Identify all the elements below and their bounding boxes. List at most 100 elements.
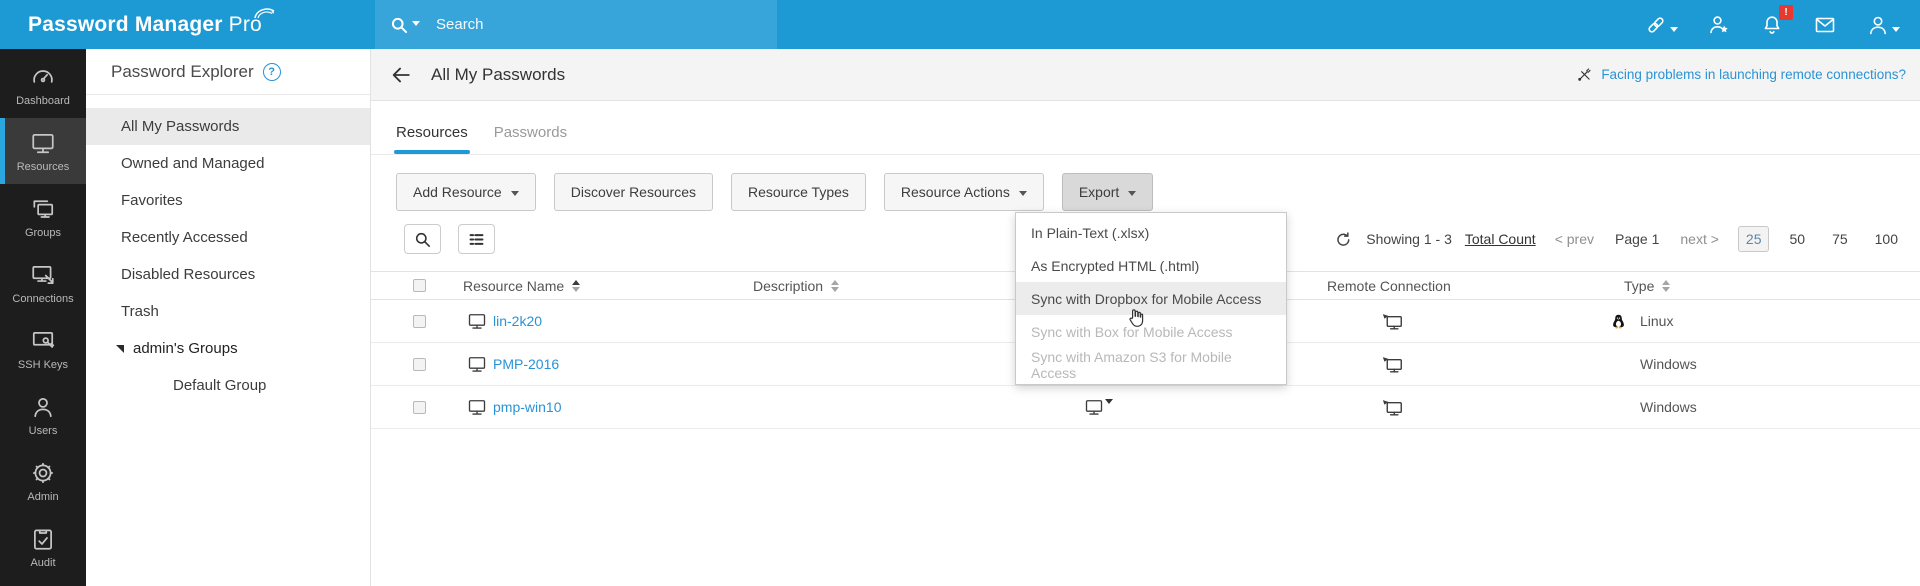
remote-connection-icon[interactable] [1381, 354, 1404, 375]
type-label: Windows [1640, 356, 1697, 372]
next-page-button[interactable]: next > [1680, 231, 1719, 247]
linux-icon [1610, 313, 1627, 330]
column-header-resource-name[interactable]: Resource Name [441, 278, 741, 294]
explorer-item-all-my-passwords[interactable]: All My Passwords [86, 108, 370, 145]
user-star-icon[interactable] [1707, 13, 1731, 37]
sidebar-item-ssh-keys[interactable]: SSH Keys [0, 316, 86, 382]
mail-icon[interactable] [1813, 13, 1837, 37]
resources-icon [30, 130, 56, 156]
main-content: All My Passwords Facing problems in laun… [371, 49, 1920, 586]
remote-connection-icon[interactable] [1381, 397, 1404, 418]
row-checkbox[interactable] [413, 315, 426, 328]
sidebar-item-connections[interactable]: Connections [0, 250, 86, 316]
column-header-remote-connection: Remote Connection [1316, 278, 1554, 294]
connections-icon [30, 262, 56, 288]
explorer-item-trash[interactable]: Trash [86, 293, 370, 330]
resource-icon [467, 354, 487, 374]
page-size-75[interactable]: 75 [1825, 227, 1855, 251]
users-icon [30, 394, 56, 420]
explorer-item-disabled-resources[interactable]: Disabled Resources [86, 256, 370, 293]
remote-connection-help-link[interactable]: Facing problems in launching remote conn… [1576, 66, 1906, 83]
tab-resources[interactable]: Resources [396, 124, 468, 154]
back-button[interactable] [390, 64, 412, 86]
topbar: Password Manager Pro ! [0, 0, 1920, 49]
sidebar-item-dashboard[interactable]: Dashboard [0, 52, 86, 118]
notification-bell-icon[interactable]: ! [1760, 13, 1784, 37]
column-header-type[interactable]: Type [1554, 278, 1920, 294]
tab-bar: Resources Passwords [371, 101, 1920, 155]
table-search-button[interactable] [404, 224, 441, 254]
logo-swoosh-icon [253, 4, 277, 20]
sidebar-item-audit[interactable]: Audit [0, 514, 86, 580]
tab-passwords[interactable]: Passwords [494, 124, 567, 154]
remote-connection-icon[interactable] [1381, 311, 1404, 332]
sort-icon[interactable] [831, 280, 839, 292]
row-checkbox[interactable] [413, 401, 426, 414]
export-menu-item-sync-dropbox[interactable]: Sync with Dropbox for Mobile Access [1016, 282, 1286, 315]
export-menu-item-encrypted-html[interactable]: As Encrypted HTML (.html) [1016, 249, 1286, 282]
column-view-button[interactable] [458, 224, 495, 254]
search-input[interactable] [434, 15, 734, 34]
resource-actions-button[interactable]: Resource Actions [884, 173, 1044, 211]
resource-name-link[interactable]: pmp-win10 [493, 399, 561, 415]
caret-down-icon [511, 191, 519, 196]
search-caret-icon [412, 21, 420, 26]
pagination: Showing 1 - 3 Total Count < prev Page 1 … [1334, 226, 1905, 252]
caret-down-icon [1105, 399, 1113, 404]
refresh-icon[interactable] [1334, 230, 1353, 249]
groups-icon [30, 196, 56, 222]
app-logo-main: Password Manager [28, 13, 223, 37]
resource-icon [467, 397, 487, 417]
sidebar-item-users[interactable]: Users [0, 382, 86, 448]
sidebar-item-resources[interactable]: Resources [0, 118, 86, 184]
sidebar: Dashboard Resources Groups Connections S… [0, 49, 86, 586]
sort-icon[interactable] [1662, 280, 1670, 292]
windows-icon [1610, 356, 1627, 373]
sidebar-item-groups[interactable]: Groups [0, 184, 86, 250]
caret-down-icon [1019, 191, 1027, 196]
total-count-link[interactable]: Total Count [1465, 231, 1536, 247]
help-icon[interactable]: ? [263, 63, 281, 81]
dashboard-icon [30, 64, 56, 90]
explorer-item-favorites[interactable]: Favorites [86, 182, 370, 219]
back-icon [390, 64, 412, 86]
content-header: All My Passwords Facing problems in laun… [371, 49, 1920, 101]
notification-badge: ! [1779, 5, 1793, 20]
admin-icon [30, 460, 56, 486]
sidebar-item-admin[interactable]: Admin [0, 448, 86, 514]
page-size-50[interactable]: 50 [1782, 227, 1812, 251]
explorer-title: Password Explorer ? [86, 49, 370, 95]
type-label: Windows [1640, 399, 1697, 415]
table-row: pmp-win10 Windows [371, 386, 1920, 429]
password-explorer-panel: Password Explorer ? All My Passwords Own… [86, 49, 371, 586]
resource-types-button[interactable]: Resource Types [731, 173, 866, 211]
resource-name-link[interactable]: lin-2k20 [493, 313, 542, 329]
showing-count: Showing 1 - 3 [1366, 231, 1452, 247]
discover-resources-button[interactable]: Discover Resources [554, 173, 713, 211]
page-size-25[interactable]: 25 [1738, 226, 1770, 252]
current-page-label: Page 1 [1615, 231, 1659, 247]
prev-page-button[interactable]: < prev [1555, 231, 1594, 247]
resource-name-link[interactable]: PMP-2016 [493, 356, 559, 372]
export-button[interactable]: Export [1062, 173, 1153, 211]
explorer-group-child-default-group[interactable]: Default Group [86, 367, 370, 404]
export-menu-item-sync-amazon-s3: Sync with Amazon S3 for Mobile Access [1016, 348, 1286, 381]
export-dropdown-menu: In Plain-Text (.xlsx) As Encrypted HTML … [1015, 212, 1287, 385]
explorer-item-owned-and-managed[interactable]: Owned and Managed [86, 145, 370, 182]
connect-dropdown-icon[interactable] [1084, 397, 1113, 417]
toolbar: Add Resource Discover Resources Resource… [396, 173, 1920, 211]
topbar-icons: ! [1644, 0, 1900, 49]
page-size-100[interactable]: 100 [1868, 227, 1905, 251]
row-checkbox[interactable] [413, 358, 426, 371]
add-resource-button[interactable]: Add Resource [396, 173, 536, 211]
account-icon[interactable] [1866, 13, 1900, 37]
remote-link-icon[interactable] [1644, 13, 1678, 37]
explorer-group-node[interactable]: admin's Groups [86, 330, 370, 367]
search-icon[interactable] [389, 15, 420, 35]
export-menu-item-sync-box: Sync with Box for Mobile Access [1016, 315, 1286, 348]
app-logo: Password Manager Pro [28, 0, 262, 49]
select-all-checkbox[interactable] [413, 279, 426, 292]
export-menu-item-plain-text[interactable]: In Plain-Text (.xlsx) [1016, 216, 1286, 249]
explorer-item-recently-accessed[interactable]: Recently Accessed [86, 219, 370, 256]
sort-icon[interactable] [572, 280, 580, 292]
